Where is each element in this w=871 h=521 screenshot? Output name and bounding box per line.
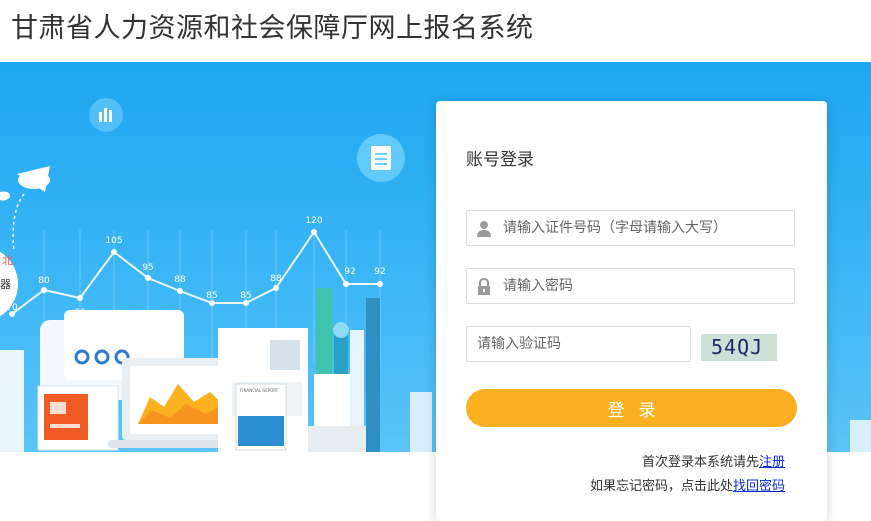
side-text-1: 北 bbox=[2, 254, 13, 267]
site-header: 甘肃省人力资源和社会保障厅网上报名系统 bbox=[0, 0, 871, 62]
user-icon bbox=[477, 221, 491, 237]
captcha-field[interactable] bbox=[466, 326, 691, 362]
chart-label: 70 bbox=[6, 303, 18, 313]
login-button[interactable]: 登录 bbox=[466, 389, 797, 427]
chart-label: 120 bbox=[305, 216, 322, 226]
register-prompt-text: 首次登录本系统请先 bbox=[641, 455, 759, 470]
captcha-text: 54QJ bbox=[711, 335, 764, 359]
id-number-field[interactable] bbox=[466, 210, 795, 246]
captcha-image[interactable]: 54QJ bbox=[701, 334, 777, 361]
id-number-input[interactable] bbox=[503, 211, 783, 245]
login-panel: 账号登录 54QJ 登录 首次登录本系统请先注册 如果忘记密码，点击此处找回密码 bbox=[436, 101, 827, 521]
password-input[interactable] bbox=[503, 269, 783, 303]
forgot-password-prompt: 如果忘记密码，点击此处找回密码 bbox=[590, 475, 785, 494]
password-field[interactable] bbox=[466, 268, 795, 304]
forgot-prompt-text: 如果忘记密码，点击此处 bbox=[589, 479, 733, 494]
page-title: 甘肃省人力资源和社会保障厅网上报名系统 bbox=[11, 13, 534, 44]
report-label: FINANCIAL REPORT bbox=[240, 388, 279, 393]
forgot-password-link[interactable]: 找回密码 bbox=[733, 479, 785, 494]
register-link[interactable]: 注册 bbox=[759, 455, 785, 470]
lock-icon bbox=[478, 278, 490, 295]
side-text-2: 器 bbox=[0, 278, 11, 291]
register-prompt: 首次登录本系统请先注册 bbox=[642, 451, 785, 470]
login-title: 账号登录 bbox=[466, 150, 534, 170]
captcha-input[interactable] bbox=[477, 327, 677, 361]
